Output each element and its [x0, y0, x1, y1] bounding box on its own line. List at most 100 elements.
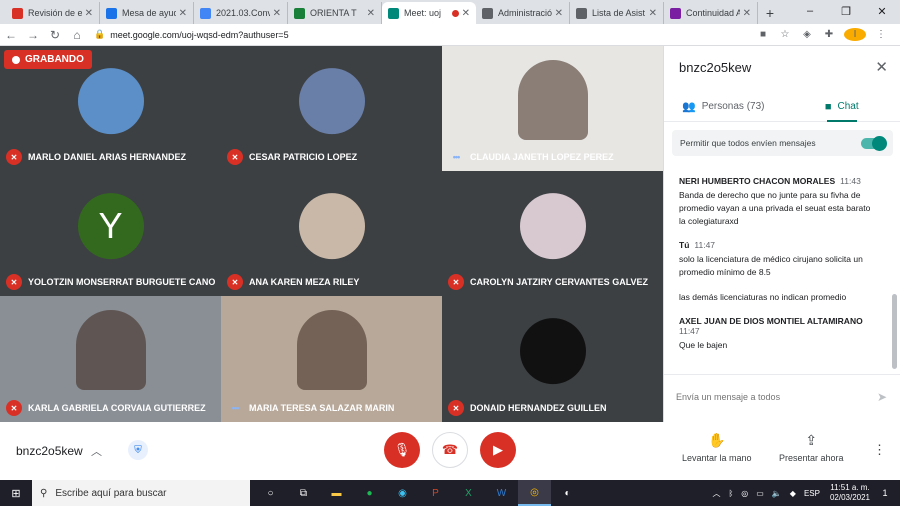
host-controls-shield-icon[interactable]: ⛨ — [128, 440, 148, 460]
close-window-button[interactable]: ✕ — [864, 0, 900, 22]
close-tab-icon[interactable]: ✕ — [649, 8, 657, 19]
participant-tile[interactable]: ✕ KARLA GABRIELA CORVAIA GUTIERREZ — [0, 296, 221, 422]
spotify-icon[interactable]: ● — [353, 480, 386, 506]
present-icon: ⇪ — [805, 432, 818, 448]
minimize-button[interactable]: – — [792, 0, 828, 22]
windows-start-icon[interactable]: ⊞ — [0, 480, 32, 506]
message-body: Banda de derecho que no junte para su fi… — [679, 190, 871, 226]
mic-muted-icon: ✕ — [448, 274, 464, 290]
participant-tile[interactable]: ✕ DONAID HERNANDEZ GUILLEN — [442, 296, 663, 422]
taskbar-search[interactable]: ⚲ Escribe aquí para buscar — [32, 480, 250, 506]
chevron-up-icon[interactable]: ︿ — [91, 443, 102, 459]
url-field[interactable]: 🔒 meet.google.com/uoj-wqsd-edm?authuser=… — [94, 26, 752, 44]
battery-icon[interactable]: ▭ — [756, 489, 764, 498]
tab-chat[interactable]: ■ Chat — [783, 92, 900, 122]
volume-icon[interactable]: 🔈 — [772, 489, 782, 498]
reload-icon[interactable]: ↻ — [44, 28, 66, 42]
network-icon[interactable]: ◎ — [741, 489, 748, 498]
excel-icon[interactable]: X — [452, 480, 485, 506]
mic-muted-icon: ✕ — [227, 149, 243, 165]
chat-message: NERI HUMBERTO CHACON MORALES 11:43 Banda d… — [679, 176, 879, 228]
present-now-button[interactable]: ⇪ Presentar ahora — [779, 432, 844, 463]
message-body: solo la licenciatura de médico cirujano … — [679, 254, 863, 277]
bluetooth-icon[interactable]: ᛒ — [728, 489, 733, 498]
mic-off-icon: 🎙 — [393, 442, 411, 457]
more-options-icon[interactable]: ⋮ — [873, 442, 886, 458]
close-tab-icon[interactable]: ✕ — [462, 8, 470, 19]
participant-name: CLAUDIA JANETH LOPEZ PEREZ — [470, 152, 614, 162]
tab-people[interactable]: 👥 Personas (73) — [664, 92, 783, 121]
participant-name: KARLA GABRIELA CORVAIA GUTIERREZ — [28, 403, 206, 413]
chat-scrollbar[interactable] — [892, 294, 897, 369]
browser-tab[interactable]: Meet: uoj ✕ — [382, 2, 476, 24]
browser-tab[interactable]: Continuidad A ✕ — [664, 2, 758, 24]
browser-tab[interactable]: ORIENTA T ✕ — [288, 2, 382, 24]
chat-message: AXEL JUAN DE DIOS MONTIEL ALTAMIRANO 11:4… — [679, 316, 879, 352]
browser-tab[interactable]: 2021.03.Conv ✕ — [194, 2, 288, 24]
cortana-icon[interactable]: ○ — [254, 480, 287, 506]
chat-icon: ■ — [824, 100, 832, 113]
edge-icon[interactable]: ◉ — [386, 480, 419, 506]
close-tab-icon[interactable]: ✕ — [555, 8, 563, 19]
dropbox-icon[interactable]: ◆ — [790, 489, 796, 498]
star-icon[interactable]: ☆ — [774, 29, 796, 40]
close-panel-icon[interactable]: ✕ — [875, 58, 888, 76]
forward-icon[interactable]: → — [22, 28, 44, 42]
extension-shield-icon[interactable]: ◈ — [796, 29, 818, 40]
chat-input[interactable] — [676, 389, 856, 405]
chat-compose: ➤ — [664, 374, 900, 422]
camera-toggle-button[interactable]: ▶ — [480, 432, 516, 468]
message-time: 11:47 — [679, 326, 700, 336]
close-tab-icon[interactable]: ✕ — [367, 8, 375, 19]
home-icon[interactable]: ⌂ — [66, 28, 88, 42]
send-icon[interactable]: ➤ — [877, 390, 887, 404]
tray-chevron-icon[interactable]: ︿ — [712, 488, 720, 499]
participant-avatar — [77, 67, 144, 134]
task-view-icon[interactable]: ⧉ — [287, 480, 320, 506]
close-tab-icon[interactable]: ✕ — [179, 8, 187, 19]
participant-tile[interactable]: ••• MARIA TERESA SALAZAR MARIN — [221, 296, 442, 422]
browser-tab[interactable]: Lista de Asist ✕ — [570, 2, 664, 24]
close-tab-icon[interactable]: ✕ — [743, 8, 751, 19]
maximize-button[interactable]: ❐ — [828, 0, 864, 22]
language-indicator[interactable]: ESP — [804, 489, 820, 498]
tab-label: ORIENTA T — [310, 8, 357, 18]
participant-tile[interactable]: ✕ CAROLYN JATZIRY CERVANTES GALVEZ — [442, 171, 663, 296]
browser-tab[interactable]: Revisión de ev ✕ — [6, 2, 100, 24]
participant-tile[interactable]: ✕ CESAR PATRICIO LOPEZ — [221, 46, 442, 171]
participant-video — [517, 60, 588, 140]
word-icon[interactable]: W — [485, 480, 518, 506]
mic-muted-icon: ✕ — [227, 274, 243, 290]
participant-tile[interactable]: ••• CLAUDIA JANETH LOPEZ PEREZ — [442, 46, 663, 171]
chat-message: Tú 11:47 solo la licenciatura de médico ci… — [679, 240, 879, 279]
leave-call-button[interactable]: ☎ — [432, 432, 468, 468]
chrome-icon[interactable]: ◎ — [518, 480, 551, 506]
notification-icon[interactable]: 1 — [876, 484, 894, 502]
participant-name: YOLOTZIN MONSERRAT BURGUETE CANO — [28, 277, 216, 287]
raise-hand-button[interactable]: ✋ Levantar la mano — [682, 432, 752, 463]
lock-icon: 🔒 — [94, 29, 106, 39]
participant-tile[interactable]: Y ✕ YOLOTZIN MONSERRAT BURGUETE CANO — [0, 171, 221, 296]
mic-toggle-button[interactable]: 🎙 — [384, 432, 420, 468]
participant-tile[interactable]: ✕ ANA KAREN MEZA RILEY — [221, 171, 442, 296]
browser-tab[interactable]: Mesa de ayuda✕ — [100, 2, 194, 24]
close-tab-icon[interactable]: ✕ — [85, 8, 93, 19]
file-explorer-icon[interactable]: ▬ — [320, 480, 353, 506]
puzzle-icon[interactable]: ✚ — [818, 29, 840, 40]
search-icon: ⚲ — [40, 487, 48, 499]
back-icon[interactable]: ← — [0, 28, 22, 42]
clock[interactable]: 11:51 a. m. 02/03/2021 — [830, 483, 870, 503]
new-tab-button[interactable]: + — [758, 2, 782, 24]
camera-icon[interactable]: ■ — [752, 29, 774, 40]
tab-favicon-icon — [670, 7, 681, 19]
allow-messages-toggle[interactable] — [861, 135, 887, 151]
photos-icon[interactable]: ◐ — [551, 480, 584, 506]
profile-avatar[interactable]: I — [844, 28, 866, 41]
tab-label: Administració — [498, 8, 552, 18]
menu-dots-icon[interactable]: ⋮ — [870, 29, 892, 40]
participant-avatar — [298, 192, 365, 259]
browser-tab[interactable]: Administració ✕ — [476, 2, 570, 24]
powerpoint-icon[interactable]: P — [419, 480, 452, 506]
participant-name: MARIA TERESA SALAZAR MARIN — [249, 403, 395, 413]
close-tab-icon[interactable]: ✕ — [273, 8, 281, 19]
